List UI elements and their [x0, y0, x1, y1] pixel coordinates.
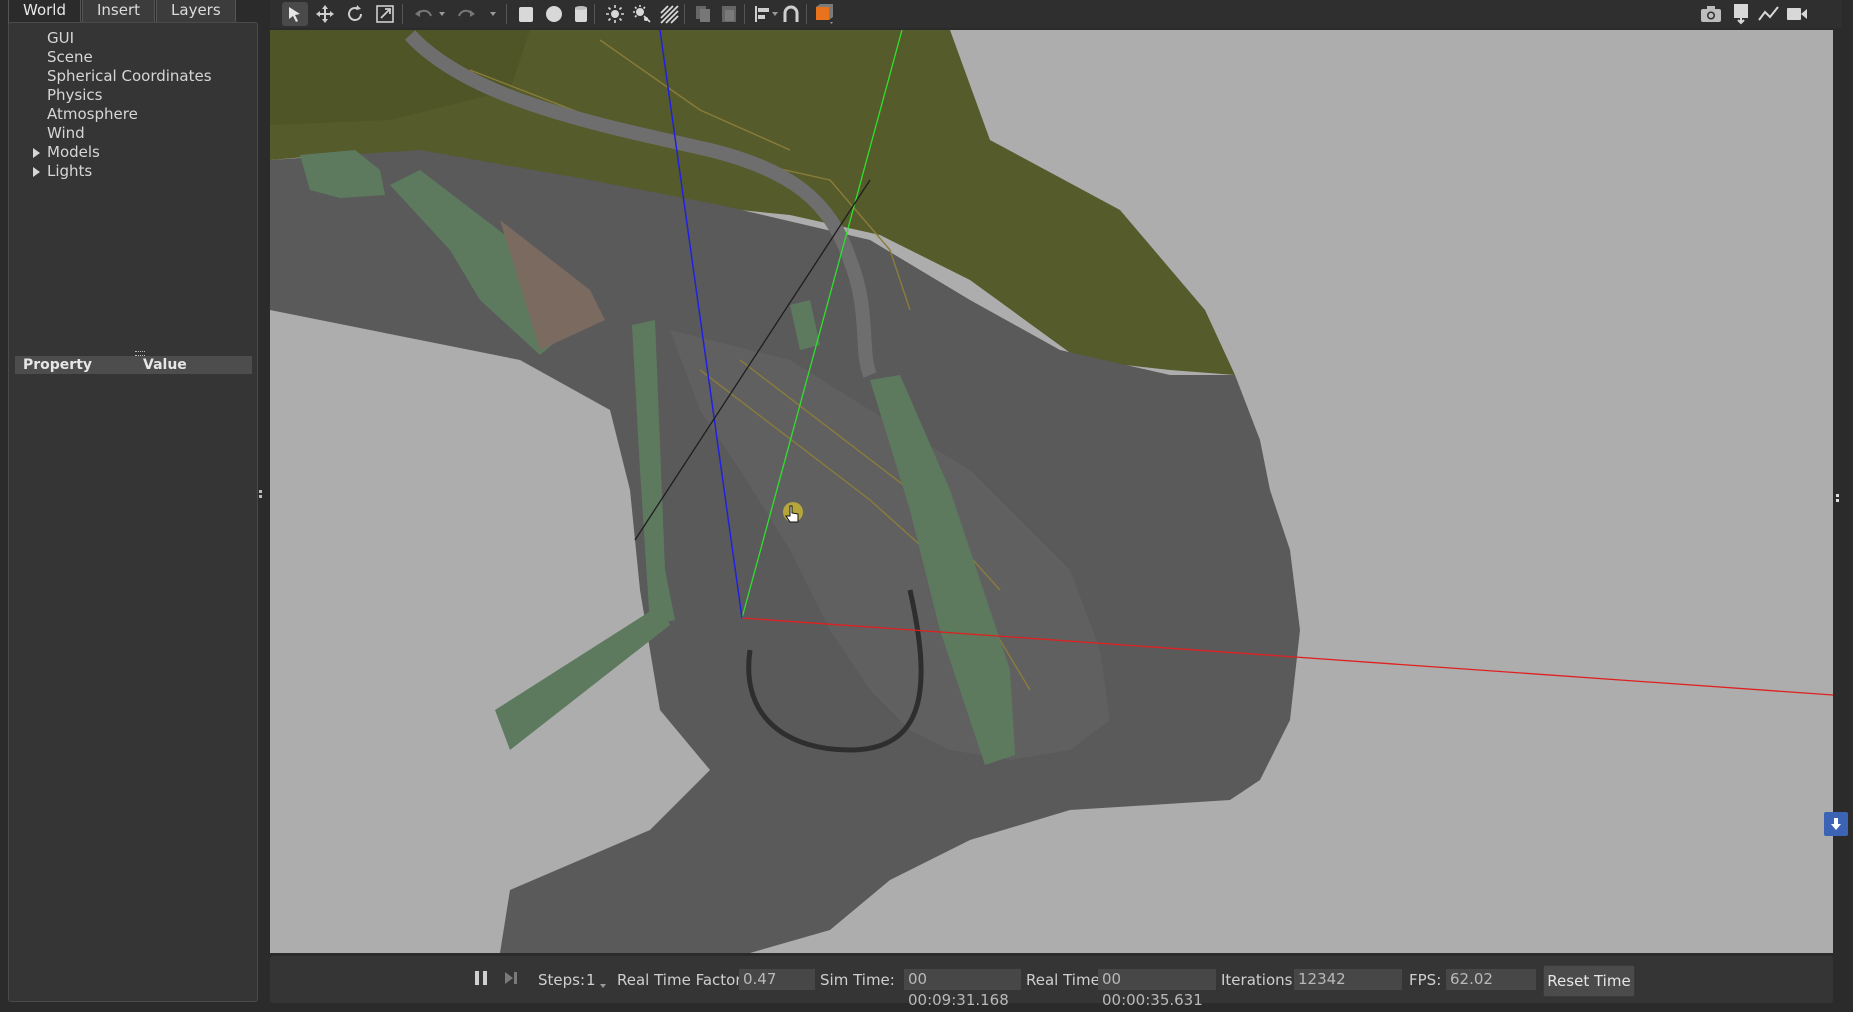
world-tree: GUI Scene Spherical Coordinates Physics …	[31, 29, 212, 181]
record-video-icon[interactable]	[1784, 2, 1810, 26]
tab-world[interactable]: World	[8, 0, 81, 24]
simulation-status-bar: Steps: 1 Real Time Factor: 0.47 Sim Time…	[270, 956, 1833, 1009]
point-light-icon[interactable]	[602, 2, 628, 26]
sphere-shape-icon[interactable]	[541, 2, 567, 26]
fps-field: 62.02	[1446, 969, 1536, 990]
cylinder-shape-icon[interactable]	[568, 2, 594, 26]
toolbar-separator	[506, 4, 507, 24]
step-forward-icon[interactable]	[498, 966, 524, 990]
real-time-label: Real Time:	[1026, 971, 1105, 989]
expand-arrow-icon[interactable]	[33, 167, 40, 177]
toolbar-separator	[806, 4, 807, 24]
redo-history-dropdown[interactable]	[490, 12, 496, 16]
right-panel-splitter[interactable]	[1836, 494, 1840, 508]
iterations-label: Iterations:	[1221, 971, 1298, 989]
sim-time-field: 00 00:09:31.168	[904, 969, 1021, 1009]
tree-item-physics[interactable]: Physics	[31, 86, 212, 105]
panel-tabs: World Insert Layers	[8, 0, 237, 24]
toolbar-separator	[594, 4, 595, 24]
translate-mode-icon[interactable]	[312, 2, 338, 26]
left-panel: World Insert Layers GUI Scene Spherical …	[0, 0, 268, 1012]
directional-light-icon[interactable]	[656, 2, 682, 26]
expand-arrow-icon[interactable]	[33, 148, 40, 158]
toolbar	[270, 0, 1842, 28]
view-angle-icon[interactable]	[812, 2, 838, 26]
tree-item-label: Wind	[47, 124, 85, 142]
tree-item-lights[interactable]: Lights	[31, 162, 212, 181]
column-header-value: Value	[143, 357, 187, 373]
tree-item-label: Spherical Coordinates	[47, 67, 212, 85]
snap-icon[interactable]	[778, 2, 804, 26]
download-arrow-icon[interactable]	[1824, 812, 1848, 836]
tree-item-wind[interactable]: Wind	[31, 124, 212, 143]
pause-icon[interactable]	[468, 966, 494, 990]
tree-item-spherical-coordinates[interactable]: Spherical Coordinates	[31, 67, 212, 86]
sim-time-label: Sim Time:	[820, 971, 895, 989]
tree-item-label: Models	[47, 143, 100, 161]
tab-layers[interactable]: Layers	[156, 0, 236, 24]
rtf-label: Real Time Factor:	[617, 971, 747, 989]
tree-item-gui[interactable]: GUI	[31, 29, 212, 48]
scene-viewport[interactable]	[270, 30, 1833, 953]
undo-icon[interactable]	[410, 2, 436, 26]
tree-item-scene[interactable]: Scene	[31, 48, 212, 67]
real-time-field: 00 00:00:35.631	[1098, 969, 1216, 1009]
steps-value[interactable]: 1	[586, 969, 596, 991]
redo-icon[interactable]	[454, 2, 480, 26]
steps-dropdown-icon[interactable]	[600, 984, 606, 988]
paste-icon[interactable]	[716, 2, 742, 26]
iterations-field: 12342	[1294, 969, 1402, 990]
screenshot-icon[interactable]	[1698, 2, 1724, 26]
rotate-mode-icon[interactable]	[342, 2, 368, 26]
undo-history-dropdown[interactable]	[439, 12, 445, 16]
toolbar-separator	[402, 4, 403, 24]
scale-mode-icon[interactable]	[372, 2, 398, 26]
reset-time-button[interactable]: Reset Time	[1543, 965, 1635, 997]
plot-icon[interactable]	[1756, 2, 1782, 26]
tab-insert[interactable]: Insert	[82, 0, 156, 24]
fps-label: FPS:	[1409, 971, 1442, 989]
tree-item-label: GUI	[47, 29, 75, 47]
tree-item-label: Scene	[47, 48, 93, 66]
steps-label: Steps:	[538, 971, 586, 989]
property-table-header: Property Value	[15, 356, 252, 374]
tree-item-label: Lights	[47, 162, 93, 180]
left-panel-splitter[interactable]	[259, 490, 263, 504]
log-icon[interactable]	[1728, 2, 1754, 26]
toolbar-separator	[744, 4, 745, 24]
tree-item-atmosphere[interactable]: Atmosphere	[31, 105, 212, 124]
tree-item-models[interactable]: Models	[31, 143, 212, 162]
copy-icon[interactable]	[690, 2, 716, 26]
box-shape-icon[interactable]	[513, 2, 539, 26]
toolbar-separator	[684, 4, 685, 24]
tree-item-label: Physics	[47, 86, 103, 104]
column-header-property: Property	[23, 357, 93, 373]
tree-item-label: Atmosphere	[47, 105, 138, 123]
select-mode-icon[interactable]	[282, 2, 308, 26]
spot-light-icon[interactable]	[629, 2, 655, 26]
rtf-field: 0.47	[739, 969, 815, 990]
world-panel: GUI Scene Spherical Coordinates Physics …	[8, 22, 258, 1002]
